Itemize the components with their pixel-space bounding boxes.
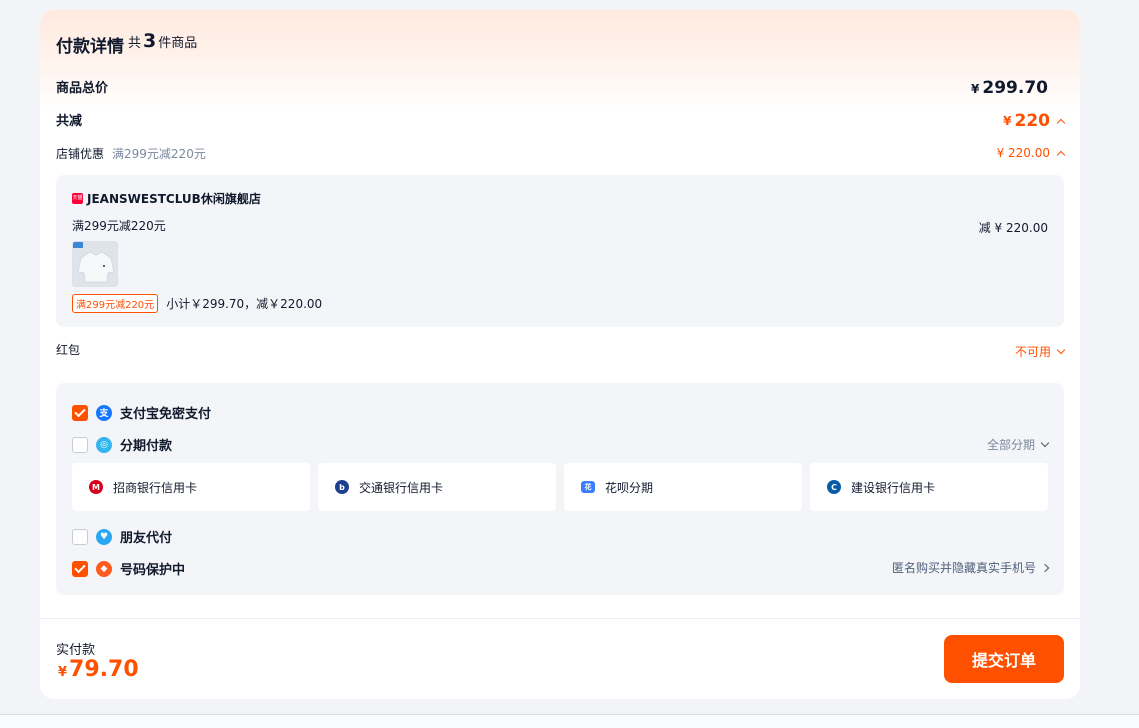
shop-promo-row: 店铺优惠 满299元减220元 — [56, 145, 206, 162]
shop-rule: 满299元减220元 — [72, 219, 166, 233]
bocom-icon: b — [335, 480, 349, 494]
friend-pay-icon: ♥ — [96, 528, 112, 545]
shop-promo-label: 店铺优惠 — [56, 147, 105, 161]
discount-amount: 220 — [1014, 111, 1051, 131]
item-count-suffix: 件商品 — [158, 36, 198, 51]
chevron-up-icon — [1056, 118, 1066, 128]
alipay-label: 支付宝免密支付 — [120, 407, 212, 422]
number-protect-hint: 匿名购买并隐藏真实手机号 — [891, 561, 1036, 575]
red-packet-label: 红包 — [56, 343, 81, 357]
number-protect-option[interactable]: ◆ 号码保护中 — [72, 559, 185, 578]
alipay-option[interactable]: 支 支付宝免密支付 — [72, 403, 211, 422]
header-gradient — [40, 10, 1080, 110]
bank-card-cmb[interactable]: M 招商银行信用卡 — [72, 463, 310, 511]
subtotal-text: 小计￥299.70，减￥220.00 — [166, 297, 323, 311]
submit-order-button[interactable]: 提交订单 — [944, 635, 1064, 683]
total-amount: 299.70 — [982, 78, 1048, 98]
red-packet-status: 不可用 — [1014, 345, 1051, 359]
sweater-image — [73, 242, 117, 286]
installment-icon: ◎ — [96, 436, 112, 453]
all-installments-toggle[interactable]: 全部分期 — [986, 436, 1050, 453]
friend-pay-label: 朋友代付 — [120, 531, 173, 546]
product-thumbnail[interactable] — [72, 241, 118, 287]
discount-currency: ¥ — [1003, 114, 1012, 128]
installment-option[interactable]: ◎ 分期付款 — [72, 435, 172, 454]
tmall-icon-text: 天猫 — [72, 195, 83, 201]
number-protect-link[interactable]: 匿名购买并隐藏真实手机号 — [891, 559, 1050, 576]
friend-pay-checkbox[interactable] — [72, 528, 88, 545]
bank-card-ccb[interactable]: C 建设银行信用卡 — [810, 463, 1048, 511]
total-price-label: 商品总价 — [56, 81, 109, 96]
chevron-right-icon — [1040, 563, 1050, 572]
paid-amount: ¥ 79.70 — [58, 657, 139, 682]
page-title: 付款详情 — [56, 37, 124, 57]
cmb-icon: M — [89, 480, 103, 494]
installment-label: 分期付款 — [120, 439, 173, 454]
discount-toggle[interactable]: ¥220 — [1003, 111, 1066, 131]
all-installments-label: 全部分期 — [986, 438, 1035, 452]
paid-currency: ¥ — [58, 665, 68, 680]
shield-icon: ◆ — [96, 560, 112, 577]
item-count-prefix: 共 — [128, 36, 142, 51]
bank-name: 建设银行信用卡 — [851, 480, 936, 495]
shop-name: JEANSWESTCLUB休闲旗舰店 — [87, 192, 261, 206]
paid-value: 79.70 — [69, 657, 139, 682]
huabei-icon: 花 — [581, 481, 595, 493]
item-count-number: 3 — [143, 30, 157, 52]
bank-name: 招商银行信用卡 — [113, 480, 198, 495]
ccb-icon: C — [827, 480, 841, 494]
installment-bank-list: M 招商银行信用卡 b 交通银行信用卡 花 花呗分期 C 建设银行信用卡 — [72, 463, 1048, 511]
chevron-down-icon — [1056, 345, 1066, 354]
shop-promo-amount: ¥ 220.00 — [996, 146, 1050, 160]
alipay-checkbox[interactable] — [72, 404, 88, 421]
payment-detail-card: 付款详情 共 3 件商品 商品总价 ¥299.70 共减 ¥220 店铺优惠 满… — [40, 10, 1080, 699]
shop-promo-desc: 满299元减220元 — [112, 147, 206, 161]
paid-label: 实付款 — [56, 643, 96, 658]
bank-card-huabei[interactable]: 花 花呗分期 — [564, 463, 802, 511]
chevron-down-icon — [1040, 438, 1050, 447]
page-bottom-strip — [0, 715, 1139, 728]
tmall-icon: 天猫 — [72, 193, 83, 204]
friend-pay-option[interactable]: ♥ 朋友代付 — [72, 527, 172, 546]
discount-label: 共减 — [56, 114, 83, 129]
item-count: 共 3 件商品 — [128, 30, 197, 52]
total-price-value: ¥299.70 — [971, 78, 1048, 98]
shop-promo-toggle[interactable]: ¥ 220.00 — [996, 146, 1066, 160]
bank-name: 花呗分期 — [605, 480, 654, 495]
footer-divider — [40, 618, 1080, 619]
payment-options-panel: 支 支付宝免密支付 ◎ 分期付款 全部分期 M 招商银行信用卡 b 交通银行信用… — [56, 383, 1064, 595]
promo-tag: 满299元减220元 — [72, 294, 159, 313]
bank-name: 交通银行信用卡 — [359, 480, 444, 495]
chevron-up-icon — [1056, 150, 1066, 160]
installment-checkbox[interactable] — [72, 436, 88, 453]
shop-title: 天猫 JEANSWESTCLUB休闲旗舰店 — [72, 190, 261, 207]
shop-reduce: 减 ¥ 220.00 — [978, 221, 1048, 235]
bank-card-bocom[interactable]: b 交通银行信用卡 — [318, 463, 556, 511]
total-currency: ¥ — [971, 82, 980, 96]
alipay-icon: 支 — [96, 404, 112, 421]
subtotal-row: 满299元减220元 小计￥299.70，减￥220.00 — [72, 294, 322, 313]
shop-discount-panel: 天猫 JEANSWESTCLUB休闲旗舰店 满299元减220元 减 ¥ 220… — [56, 175, 1064, 327]
number-protect-label: 号码保护中 — [120, 563, 186, 578]
number-protect-checkbox[interactable] — [72, 560, 88, 577]
red-packet-toggle[interactable]: 不可用 — [1014, 343, 1066, 360]
